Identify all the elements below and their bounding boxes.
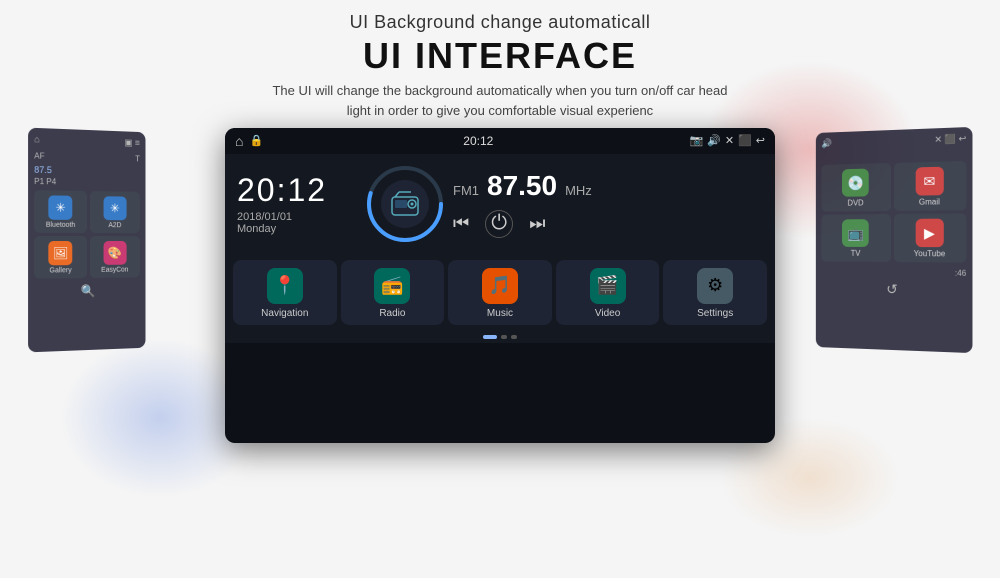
list-item[interactable]: 📺 TV [821, 214, 890, 262]
settings-icon: ⚙ [697, 268, 733, 304]
list-item[interactable]: 🎨 EasyCon [89, 236, 139, 278]
app-label: Video [595, 308, 620, 319]
next-track-icon[interactable]: ⏭ [529, 213, 545, 234]
app-label: Gmail [919, 197, 940, 206]
fm-controls: ⏮ ⏻ ⏭ [453, 210, 763, 238]
side-left-search: 🔍 [34, 283, 140, 299]
dot-indicator [225, 331, 775, 343]
app-label: Music [487, 308, 513, 319]
status-time: 20:12 [267, 134, 689, 148]
list-item[interactable]: 💿 DVD [821, 163, 890, 212]
app-label: A2D [108, 222, 121, 229]
header-title: UI INTERFACE [272, 35, 727, 77]
list-item[interactable]: ▶ YouTube [893, 213, 966, 262]
volume-icon: 🔊 [707, 134, 721, 147]
clock-time: 20:12 [237, 172, 357, 209]
header-section: UI Background change automaticall UI INT… [272, 0, 727, 120]
list-item[interactable]: ✳ Bluetooth [34, 190, 86, 233]
bluetooth-icon: ✳ [49, 195, 73, 220]
fm-display: FM1 87.50 MHz ⏮ ⏻ ⏭ [453, 170, 763, 238]
lock-icon: 🔒 [249, 134, 263, 147]
screens-row: ⌂ ▣ ≡ AF T 87.5 P1 P4 ✳ Bluetooth ✳ A [0, 120, 1000, 450]
gallery-icon: 🖼 [49, 241, 73, 265]
main-status-bar: ⌂ 🔒 20:12 📷 🔊 ✕ ⬛ ↩ [225, 128, 775, 154]
app-music[interactable]: 🎵 Music [448, 260, 552, 325]
side-right-time: :46 [821, 267, 966, 278]
side-right-refresh: ↺ [821, 280, 966, 300]
video-icon: 🎬 [590, 268, 626, 304]
side-left-icons: ▣ ≡ [124, 137, 139, 148]
app-label: Settings [697, 308, 733, 319]
youtube-icon: ▶ [915, 219, 943, 248]
radio-dial [365, 164, 445, 244]
clock-date: 2018/01/01 Monday [237, 211, 357, 235]
app-radio[interactable]: 📻 Radio [341, 260, 445, 325]
camera-icon: 📷 [689, 134, 703, 147]
side-screen-left: ⌂ ▣ ≡ AF T 87.5 P1 P4 ✳ Bluetooth ✳ A [28, 128, 145, 353]
status-icons: 📷 🔊 ✕ ⬛ ↩ [689, 134, 765, 147]
app-navigation[interactable]: 📍 Navigation [233, 260, 337, 325]
prev-track-icon[interactable]: ⏮ [453, 213, 469, 234]
dvd-icon: 💿 [842, 169, 869, 197]
app-settings[interactable]: ⚙ Settings [663, 260, 767, 325]
dot-3 [511, 335, 517, 339]
music-icon: 🎵 [482, 268, 518, 304]
clock-widget: 20:12 2018/01/01 Monday [237, 172, 357, 235]
header-desc: The UI will change the background automa… [272, 81, 727, 120]
app-label: Navigation [261, 308, 308, 319]
tv-icon: 📺 [842, 219, 869, 247]
gmail-icon: ✉ [915, 167, 943, 196]
list-item[interactable]: ✳ A2D [89, 191, 139, 233]
side-left-home-icon: ⌂ [34, 134, 40, 145]
list-item[interactable]: ✉ Gmail [893, 161, 966, 211]
fm-label: FM1 [453, 183, 479, 198]
app-grid: 📍 Navigation 📻 Radio 🎵 Music 🎬 Video ⚙ [225, 254, 775, 331]
app-label: EasyCon [101, 267, 128, 274]
dot-1 [483, 335, 497, 339]
a2d-icon: ✳ [103, 196, 126, 220]
app-label: Gallery [49, 267, 71, 274]
app-label: TV [851, 249, 861, 258]
dot-2 [501, 335, 507, 339]
side-right-app-grid: 💿 DVD ✉ Gmail 📺 TV ▶ YouTube [821, 161, 966, 263]
side-screen-right: 🔊 ✕ ⬛ ↩ 💿 DVD ✉ Gmail 📺 TV [816, 127, 973, 353]
main-screen: ⌂ 🔒 20:12 📷 🔊 ✕ ⬛ ↩ 20:12 2018/01/01 [225, 128, 775, 443]
app-video[interactable]: 🎬 Video [556, 260, 660, 325]
fm-frequency: 87.50 [487, 170, 557, 202]
radio-icon: 📻 [374, 268, 410, 304]
side-left-app-grid: ✳ Bluetooth ✳ A2D 🖼 Gallery 🎨 EasyCon [34, 190, 140, 279]
header-subtitle: UI Background change automaticall [272, 12, 727, 33]
home-icon[interactable]: ⌂ [235, 133, 243, 149]
easycon-icon: 🎨 [103, 241, 126, 265]
list-item[interactable]: 🖼 Gallery [34, 236, 86, 279]
close-icon: ✕ [725, 134, 734, 147]
power-icon[interactable]: ⏻ [485, 210, 513, 238]
app-label: DVD [848, 198, 864, 207]
side-right-icons: ✕ ⬛ ↩ [934, 133, 966, 145]
fm-unit: MHz [565, 183, 592, 198]
back-icon[interactable]: ↩ [756, 134, 765, 147]
side-right-vol-icon: 🔊 [821, 138, 831, 149]
navigation-icon: 📍 [267, 268, 303, 304]
app-label: Radio [379, 308, 405, 319]
app-label: YouTube [914, 249, 946, 258]
app-label: Bluetooth [46, 222, 76, 229]
top-widgets: 20:12 2018/01/01 Monday [225, 154, 775, 254]
screen-icon: ⬛ [738, 134, 752, 147]
